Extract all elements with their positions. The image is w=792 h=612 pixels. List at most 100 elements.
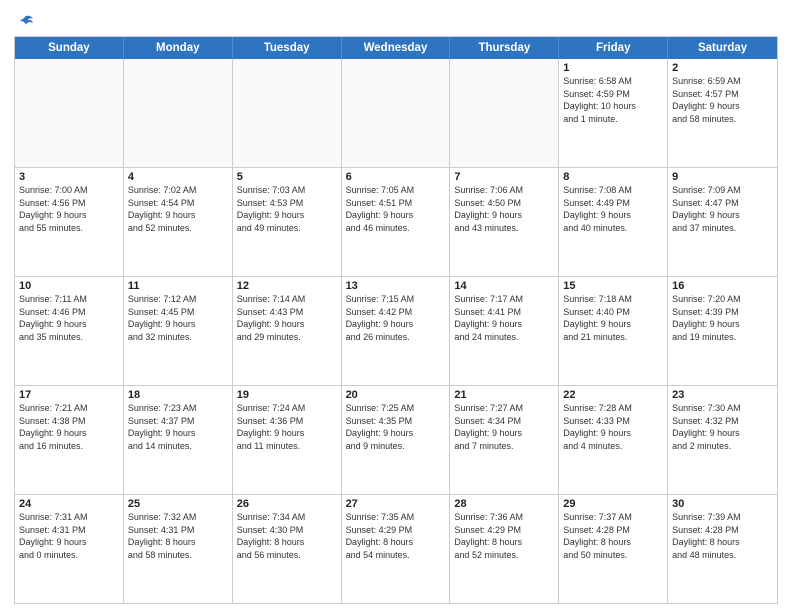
day-number: 25 [128,498,228,510]
day-number: 12 [237,280,337,292]
calendar-cell [342,59,451,167]
day-number: 2 [672,62,773,74]
calendar-header: SundayMondayTuesdayWednesdayThursdayFrid… [15,37,777,59]
calendar-cell [450,59,559,167]
day-number: 29 [563,498,663,510]
day-number: 28 [454,498,554,510]
calendar-cell: 30Sunrise: 7:39 AM Sunset: 4:28 PM Dayli… [668,495,777,603]
calendar-cell: 22Sunrise: 7:28 AM Sunset: 4:33 PM Dayli… [559,386,668,494]
logo [14,14,34,30]
day-number: 7 [454,171,554,183]
day-info: Sunrise: 7:02 AM Sunset: 4:54 PM Dayligh… [128,184,228,234]
day-number: 15 [563,280,663,292]
calendar-cell: 7Sunrise: 7:06 AM Sunset: 4:50 PM Daylig… [450,168,559,276]
day-info: Sunrise: 7:18 AM Sunset: 4:40 PM Dayligh… [563,293,663,343]
day-number: 21 [454,389,554,401]
weekday-header: Sunday [15,37,124,59]
day-info: Sunrise: 7:24 AM Sunset: 4:36 PM Dayligh… [237,402,337,452]
calendar-cell: 10Sunrise: 7:11 AM Sunset: 4:46 PM Dayli… [15,277,124,385]
day-number: 1 [563,62,663,74]
day-info: Sunrise: 7:17 AM Sunset: 4:41 PM Dayligh… [454,293,554,343]
day-number: 26 [237,498,337,510]
day-info: Sunrise: 6:58 AM Sunset: 4:59 PM Dayligh… [563,75,663,125]
day-info: Sunrise: 7:14 AM Sunset: 4:43 PM Dayligh… [237,293,337,343]
day-number: 9 [672,171,773,183]
day-info: Sunrise: 7:05 AM Sunset: 4:51 PM Dayligh… [346,184,446,234]
day-info: Sunrise: 6:59 AM Sunset: 4:57 PM Dayligh… [672,75,773,125]
day-number: 18 [128,389,228,401]
day-info: Sunrise: 7:39 AM Sunset: 4:28 PM Dayligh… [672,511,773,561]
calendar-cell: 14Sunrise: 7:17 AM Sunset: 4:41 PM Dayli… [450,277,559,385]
day-number: 8 [563,171,663,183]
day-number: 23 [672,389,773,401]
calendar-cell: 28Sunrise: 7:36 AM Sunset: 4:29 PM Dayli… [450,495,559,603]
day-number: 10 [19,280,119,292]
day-info: Sunrise: 7:12 AM Sunset: 4:45 PM Dayligh… [128,293,228,343]
day-number: 4 [128,171,228,183]
calendar-row: 3Sunrise: 7:00 AM Sunset: 4:56 PM Daylig… [15,168,777,277]
day-number: 11 [128,280,228,292]
calendar-cell [233,59,342,167]
calendar-cell: 24Sunrise: 7:31 AM Sunset: 4:31 PM Dayli… [15,495,124,603]
calendar-cell: 21Sunrise: 7:27 AM Sunset: 4:34 PM Dayli… [450,386,559,494]
day-info: Sunrise: 7:09 AM Sunset: 4:47 PM Dayligh… [672,184,773,234]
calendar-cell: 29Sunrise: 7:37 AM Sunset: 4:28 PM Dayli… [559,495,668,603]
header [14,10,778,30]
weekday-header: Monday [124,37,233,59]
calendar-cell [124,59,233,167]
day-number: 19 [237,389,337,401]
day-info: Sunrise: 7:15 AM Sunset: 4:42 PM Dayligh… [346,293,446,343]
day-info: Sunrise: 7:08 AM Sunset: 4:49 PM Dayligh… [563,184,663,234]
day-info: Sunrise: 7:21 AM Sunset: 4:38 PM Dayligh… [19,402,119,452]
calendar-cell: 15Sunrise: 7:18 AM Sunset: 4:40 PM Dayli… [559,277,668,385]
calendar-cell: 3Sunrise: 7:00 AM Sunset: 4:56 PM Daylig… [15,168,124,276]
day-info: Sunrise: 7:25 AM Sunset: 4:35 PM Dayligh… [346,402,446,452]
day-number: 13 [346,280,446,292]
calendar-cell: 2Sunrise: 6:59 AM Sunset: 4:57 PM Daylig… [668,59,777,167]
calendar-cell: 4Sunrise: 7:02 AM Sunset: 4:54 PM Daylig… [124,168,233,276]
calendar-cell: 9Sunrise: 7:09 AM Sunset: 4:47 PM Daylig… [668,168,777,276]
weekday-header: Saturday [668,37,777,59]
day-info: Sunrise: 7:00 AM Sunset: 4:56 PM Dayligh… [19,184,119,234]
calendar-cell: 18Sunrise: 7:23 AM Sunset: 4:37 PM Dayli… [124,386,233,494]
day-number: 3 [19,171,119,183]
logo-bird-icon [16,14,34,32]
calendar-cell: 16Sunrise: 7:20 AM Sunset: 4:39 PM Dayli… [668,277,777,385]
day-info: Sunrise: 7:35 AM Sunset: 4:29 PM Dayligh… [346,511,446,561]
calendar-cell: 17Sunrise: 7:21 AM Sunset: 4:38 PM Dayli… [15,386,124,494]
day-info: Sunrise: 7:27 AM Sunset: 4:34 PM Dayligh… [454,402,554,452]
weekday-header: Friday [559,37,668,59]
day-info: Sunrise: 7:37 AM Sunset: 4:28 PM Dayligh… [563,511,663,561]
calendar-cell: 27Sunrise: 7:35 AM Sunset: 4:29 PM Dayli… [342,495,451,603]
calendar-cell: 1Sunrise: 6:58 AM Sunset: 4:59 PM Daylig… [559,59,668,167]
calendar-cell: 26Sunrise: 7:34 AM Sunset: 4:30 PM Dayli… [233,495,342,603]
day-info: Sunrise: 7:31 AM Sunset: 4:31 PM Dayligh… [19,511,119,561]
calendar-body: 1Sunrise: 6:58 AM Sunset: 4:59 PM Daylig… [15,59,777,603]
day-info: Sunrise: 7:03 AM Sunset: 4:53 PM Dayligh… [237,184,337,234]
day-info: Sunrise: 7:32 AM Sunset: 4:31 PM Dayligh… [128,511,228,561]
calendar-cell: 19Sunrise: 7:24 AM Sunset: 4:36 PM Dayli… [233,386,342,494]
calendar-cell: 11Sunrise: 7:12 AM Sunset: 4:45 PM Dayli… [124,277,233,385]
day-info: Sunrise: 7:06 AM Sunset: 4:50 PM Dayligh… [454,184,554,234]
calendar-cell: 5Sunrise: 7:03 AM Sunset: 4:53 PM Daylig… [233,168,342,276]
day-info: Sunrise: 7:34 AM Sunset: 4:30 PM Dayligh… [237,511,337,561]
calendar-cell: 13Sunrise: 7:15 AM Sunset: 4:42 PM Dayli… [342,277,451,385]
day-info: Sunrise: 7:30 AM Sunset: 4:32 PM Dayligh… [672,402,773,452]
day-number: 20 [346,389,446,401]
day-number: 27 [346,498,446,510]
weekday-header: Wednesday [342,37,451,59]
main-container: SundayMondayTuesdayWednesdayThursdayFrid… [0,0,792,612]
calendar-cell: 8Sunrise: 7:08 AM Sunset: 4:49 PM Daylig… [559,168,668,276]
calendar-row: 10Sunrise: 7:11 AM Sunset: 4:46 PM Dayli… [15,277,777,386]
day-info: Sunrise: 7:20 AM Sunset: 4:39 PM Dayligh… [672,293,773,343]
day-number: 17 [19,389,119,401]
day-number: 14 [454,280,554,292]
calendar: SundayMondayTuesdayWednesdayThursdayFrid… [14,36,778,604]
calendar-cell: 6Sunrise: 7:05 AM Sunset: 4:51 PM Daylig… [342,168,451,276]
day-number: 24 [19,498,119,510]
day-info: Sunrise: 7:11 AM Sunset: 4:46 PM Dayligh… [19,293,119,343]
weekday-header: Tuesday [233,37,342,59]
day-number: 6 [346,171,446,183]
day-number: 22 [563,389,663,401]
day-info: Sunrise: 7:28 AM Sunset: 4:33 PM Dayligh… [563,402,663,452]
